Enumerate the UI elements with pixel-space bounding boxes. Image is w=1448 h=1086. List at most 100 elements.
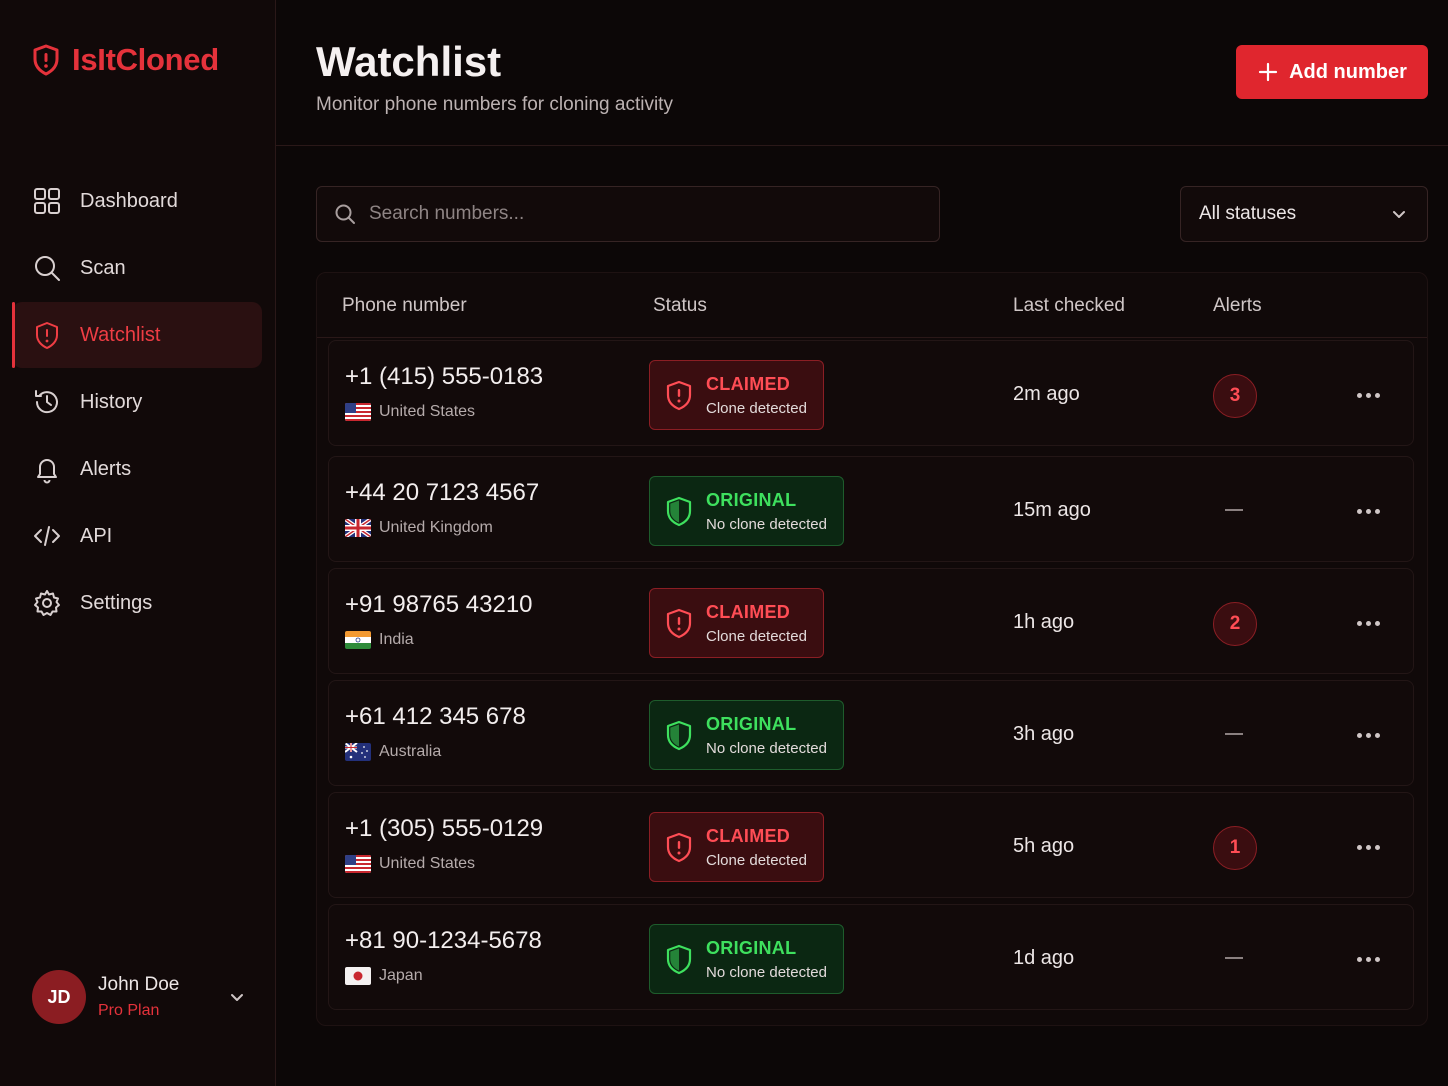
- status-subtitle: No clone detected: [706, 963, 827, 981]
- avatar: JD: [32, 970, 86, 1024]
- column-header-alerts: Alerts: [1213, 295, 1262, 316]
- table-row[interactable]: +91 98765 43210 India CLAIMED Clone detecte…: [328, 568, 1414, 674]
- alert-count-badge[interactable]: 3: [1213, 374, 1257, 418]
- status-subtitle: No clone detected: [706, 739, 827, 757]
- more-options-icon[interactable]: [1353, 611, 1383, 635]
- no-alerts-dash: [1225, 957, 1243, 959]
- shield-alert-icon: [666, 608, 692, 639]
- alert-count-badge[interactable]: 2: [1213, 602, 1257, 646]
- phone-number: +61 412 345 678: [345, 703, 526, 730]
- sidebar-item-settings[interactable]: Settings: [12, 570, 262, 636]
- country: Japan: [345, 967, 423, 985]
- search-input[interactable]: [369, 203, 939, 225]
- no-alerts-dash: [1225, 733, 1243, 735]
- watchlist-table: Phone number Status Last checked Alerts …: [316, 272, 1428, 1026]
- grid-icon: [32, 186, 62, 216]
- status-filter-select[interactable]: All statuses: [1180, 186, 1428, 242]
- more-options-icon[interactable]: [1353, 835, 1383, 859]
- column-header-status: Status: [653, 295, 707, 316]
- country-name: United States: [379, 855, 476, 872]
- country: United States: [345, 403, 475, 421]
- user-menu[interactable]: JD John Doe Pro Plan: [32, 970, 247, 1024]
- status-title: CLAIMED: [706, 825, 791, 846]
- bell-icon: [32, 454, 62, 484]
- sidebar-item-label: Scan: [80, 256, 126, 279]
- sidebar-item-scan[interactable]: Scan: [12, 235, 262, 301]
- status-title: ORIGINAL: [706, 937, 797, 958]
- shield-alert-icon: [666, 380, 692, 411]
- last-checked: 2m ago: [1013, 383, 1080, 405]
- sidebar-item-history[interactable]: History: [12, 369, 262, 435]
- page-subtitle: Monitor phone numbers for cloning activi…: [316, 94, 673, 115]
- sidebar-nav: Dashboard Scan Watchlist History Alerts API Se…: [12, 168, 262, 637]
- sidebar-item-dashboard[interactable]: Dashboard: [12, 168, 262, 234]
- shield-check-icon: [666, 720, 692, 751]
- search-box[interactable]: [316, 186, 940, 242]
- shield-logo-icon: [33, 44, 59, 76]
- search-icon: [335, 204, 355, 224]
- country: India: [345, 631, 414, 649]
- flag-us-icon: [345, 855, 371, 873]
- brand-logo[interactable]: IsItCloned: [32, 42, 219, 78]
- user-plan: Pro Plan: [98, 1002, 160, 1019]
- status-text: CLAIMED Clone detected: [706, 826, 807, 869]
- search-icon: [32, 253, 62, 283]
- country: Australia: [345, 743, 441, 761]
- table-row[interactable]: +1 (415) 555-0183 United States CLAIMED Clo…: [328, 340, 1414, 446]
- status-text: ORIGINAL No clone detected: [706, 490, 827, 533]
- status-badge: ORIGINAL No clone detected: [649, 924, 844, 994]
- table-row[interactable]: +81 90-1234-5678 Japan ORIGINAL No clone de…: [328, 904, 1414, 1010]
- sidebar: IsItCloned Dashboard Scan Watchlist History…: [0, 0, 276, 1086]
- more-options-icon[interactable]: [1353, 383, 1383, 407]
- plus-icon: [1259, 62, 1278, 82]
- add-number-button[interactable]: Add number: [1236, 45, 1428, 99]
- status-title: CLAIMED: [706, 373, 791, 394]
- sidebar-item-label: Settings: [80, 591, 153, 614]
- user-name: John Doe: [98, 974, 180, 995]
- alert-count-badge[interactable]: 1: [1213, 826, 1257, 870]
- sidebar-item-api[interactable]: API: [12, 503, 262, 569]
- flag-au-icon: [345, 743, 371, 761]
- sidebar-item-watchlist[interactable]: Watchlist: [12, 302, 262, 368]
- sidebar-item-label: Watchlist: [80, 323, 161, 346]
- more-options-icon[interactable]: [1353, 499, 1383, 523]
- country-name: Australia: [379, 743, 442, 760]
- page-title: Watchlist: [316, 38, 502, 85]
- history-icon: [32, 387, 62, 417]
- chevron-down-icon: [1393, 211, 1405, 218]
- sidebar-item-label: Alerts: [80, 457, 132, 480]
- last-checked: 15m ago: [1013, 499, 1091, 521]
- country: United Kingdom: [345, 519, 493, 537]
- table-row[interactable]: +61 412 345 678 Australia ORIGINAL No clone…: [328, 680, 1414, 786]
- table-row[interactable]: +44 20 7123 4567 United Kingdom ORIGINAL No…: [328, 456, 1414, 562]
- status-subtitle: No clone detected: [706, 515, 827, 533]
- chevron-down-icon: [231, 994, 243, 1001]
- status-text: CLAIMED Clone detected: [706, 374, 807, 417]
- country-name: Japan: [379, 967, 423, 984]
- status-badge: CLAIMED Clone detected: [649, 812, 824, 882]
- status-text: ORIGINAL No clone detected: [706, 714, 827, 757]
- status-text: ORIGINAL No clone detected: [706, 938, 827, 981]
- sidebar-item-label: API: [80, 524, 113, 547]
- status-title: ORIGINAL: [706, 713, 797, 734]
- main-content: Watchlist Monitor phone numbers for clon…: [276, 0, 1448, 1086]
- phone-number: +91 98765 43210: [345, 591, 533, 618]
- no-alerts-dash: [1225, 509, 1243, 511]
- sidebar-item-label: History: [80, 390, 143, 413]
- status-badge: CLAIMED Clone detected: [649, 360, 824, 430]
- phone-number: +1 (305) 555-0129: [345, 815, 544, 842]
- phone-number: +1 (415) 555-0183: [345, 363, 544, 390]
- more-options-icon[interactable]: [1353, 947, 1383, 971]
- status-title: ORIGINAL: [706, 489, 797, 510]
- column-header-last-checked: Last checked: [1013, 295, 1125, 316]
- shield-check-icon: [666, 496, 692, 527]
- gear-icon: [32, 588, 62, 618]
- table-row[interactable]: +1 (305) 555-0129 United States CLAIMED Clo…: [328, 792, 1414, 898]
- country: United States: [345, 855, 475, 873]
- sidebar-item-alerts[interactable]: Alerts: [12, 436, 262, 502]
- table-header: Phone number Status Last checked Alerts: [317, 273, 1427, 338]
- status-text: CLAIMED Clone detected: [706, 602, 807, 645]
- add-number-label: Add number: [1289, 60, 1407, 83]
- more-options-icon[interactable]: [1353, 723, 1383, 747]
- status-subtitle: Clone detected: [706, 399, 807, 417]
